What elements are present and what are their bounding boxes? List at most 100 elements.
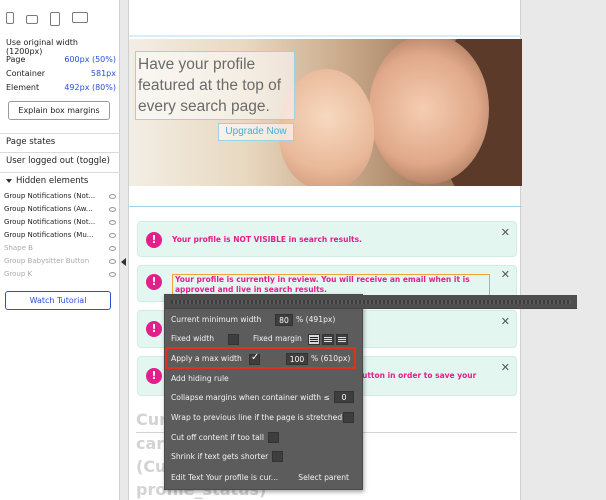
layout-property-popup[interactable]: Current minimum width 80 % (491px) Fixed… [164,294,577,490]
hidden-element-item[interactable]: Group Notifications (Not... [4,192,116,200]
max-width-highlight-box [165,347,356,369]
collapse-margins-input[interactable]: 0 [334,391,354,403]
explain-box-margins-button[interactable]: Explain box margins [8,101,110,120]
element-width-row: Element 492px (80%) [6,83,116,92]
select-parent-link[interactable]: Select parent [298,473,349,482]
edit-element-label: Edit Text Your profile is cur... [171,473,279,482]
page-state-item[interactable]: User logged out (toggle) [0,152,120,168]
eye-icon[interactable] [109,259,116,264]
alert-not-visible[interactable]: ! Your profile is NOT VISIBLE in search … [137,221,517,257]
eye-icon[interactable] [109,246,116,251]
wrap-row: Wrap to previous line if the page is str… [171,412,357,426]
align-left-icon[interactable] [308,334,320,345]
header-divider [129,35,522,37]
mobile-icon[interactable] [6,12,14,24]
container-width-row: Container 581px [6,69,116,78]
eye-icon[interactable] [109,194,116,199]
hidden-element-item[interactable]: Group Notifications (Mu... [4,231,116,239]
hidden-element-item[interactable]: Group K [4,270,116,278]
hero-banner[interactable]: Have your profile featured at the top of… [129,39,522,186]
use-original-width[interactable]: Use original width (1200px) [6,38,116,56]
cut-off-label: Cut off content if too tall [171,433,265,442]
tablet-icon[interactable] [50,12,60,26]
collapse-margins-row: Collapse margins when container width ≤ … [171,391,357,406]
tablet-landscape-icon[interactable] [26,15,38,24]
alert-not-visible-text: Your profile is NOT VISIBLE in search re… [172,235,362,244]
collapse-margins-label: Collapse margins when container width ≤ [171,393,330,402]
alignment-buttons [308,334,348,345]
hidden-element-item[interactable]: Shape B [4,244,116,252]
wrap-label: Wrap to previous line if the page is str… [171,413,343,422]
page-width-row: Page 600px (50%) [6,55,116,64]
cut-off-checkbox[interactable] [268,432,279,443]
current-min-width-row: Current minimum width 80 % (491px) [171,314,357,328]
align-center-icon[interactable] [322,334,334,345]
hidden-element-label: Group K [4,270,33,278]
hidden-element-label: Group Notifications (Mu... [4,231,94,239]
wrap-checkbox[interactable] [343,412,354,423]
hero-headline[interactable]: Have your profile featured at the top of… [135,51,295,120]
hero-photo-woman [369,39,489,184]
current-min-width-input[interactable]: 80 [275,314,293,326]
shrink-row: Shrink if text gets shorter [171,451,357,465]
popup-footer: Edit Text Your profile is cur... Select … [171,472,357,486]
hidden-elements-title: Hidden elements [16,176,89,186]
page-width-value[interactable]: 600px (50%) [64,55,116,64]
hidden-element-label: Group Notifications (Not... [4,192,96,200]
add-hiding-rule-row[interactable]: Add hiding rule [171,373,357,387]
element-width-label: Element [6,83,40,92]
fixed-width-row: Fixed width Fixed margin [171,333,357,347]
hidden-element-item[interactable]: Group Notifications (Aw... [4,205,116,213]
eye-icon[interactable] [109,233,116,238]
hidden-element-label: Group Notifications (Not... [4,218,96,226]
left-sidebar: Use original width (1200px) Page 600px (… [0,0,120,500]
container-width-value[interactable]: 581px [91,69,116,78]
current-min-width-unit: % (491px) [296,315,336,324]
fixed-margin-label: Fixed margin [253,334,302,343]
fixed-width-checkbox[interactable] [228,334,239,345]
watch-tutorial-button[interactable]: Watch Tutorial [5,291,111,310]
hidden-element-label: Group Notifications (Aw... [4,205,93,213]
header-area[interactable] [129,0,522,37]
upgrade-now-button[interactable]: Upgrade Now [218,123,294,141]
exclamation-icon: ! [146,368,162,384]
hidden-element-label: Group Babysitter Button [4,257,90,265]
exclamation-icon: ! [146,232,162,248]
page-states-title: Page states [0,133,120,149]
background-heading-line-3: (Cu [136,457,167,476]
background-heading-line-1: Cur [136,410,168,429]
drag-grip-icon [171,300,571,304]
caret-down-icon [6,178,12,183]
shrink-checkbox[interactable] [272,451,283,462]
alert-in-review-text[interactable]: Your profile is currently in review. You… [172,274,490,296]
eye-icon[interactable] [109,220,116,225]
close-icon[interactable]: ✕ [501,226,510,239]
cut-off-row: Cut off content if too tall [171,432,357,446]
close-icon[interactable]: ✕ [501,315,510,328]
use-original-width-label: Use original width (1200px) [6,38,78,56]
device-selector [6,12,88,26]
exclamation-icon: ! [146,321,162,337]
current-min-width-label: Current minimum width [171,315,262,324]
element-width-value[interactable]: 492px (80%) [64,83,116,92]
align-right-icon[interactable] [336,334,348,345]
add-hiding-rule-link[interactable]: Add hiding rule [171,374,229,383]
shrink-label: Shrink if text gets shorter [171,452,269,461]
section-divider [129,206,522,207]
page-width-label: Page [6,55,26,64]
hidden-elements-header[interactable]: Hidden elements [0,172,120,188]
hidden-element-label: Shape B [4,244,33,252]
eye-icon[interactable] [109,207,116,212]
laptop-icon[interactable] [72,12,88,23]
fixed-width-label: Fixed width [171,334,215,343]
hidden-element-item[interactable]: Group Babysitter Button [4,257,116,265]
close-icon[interactable]: ✕ [501,361,510,374]
right-empty-panel [522,0,606,500]
alert-save-text: utton in order to save your [362,371,477,380]
eye-icon[interactable] [109,272,116,277]
popup-drag-handle[interactable] [165,295,577,309]
hidden-element-item[interactable]: Group Notifications (Not... [4,218,116,226]
close-icon[interactable]: ✕ [501,268,510,281]
container-width-label: Container [6,69,46,78]
collapse-sidebar-icon[interactable] [121,258,126,266]
